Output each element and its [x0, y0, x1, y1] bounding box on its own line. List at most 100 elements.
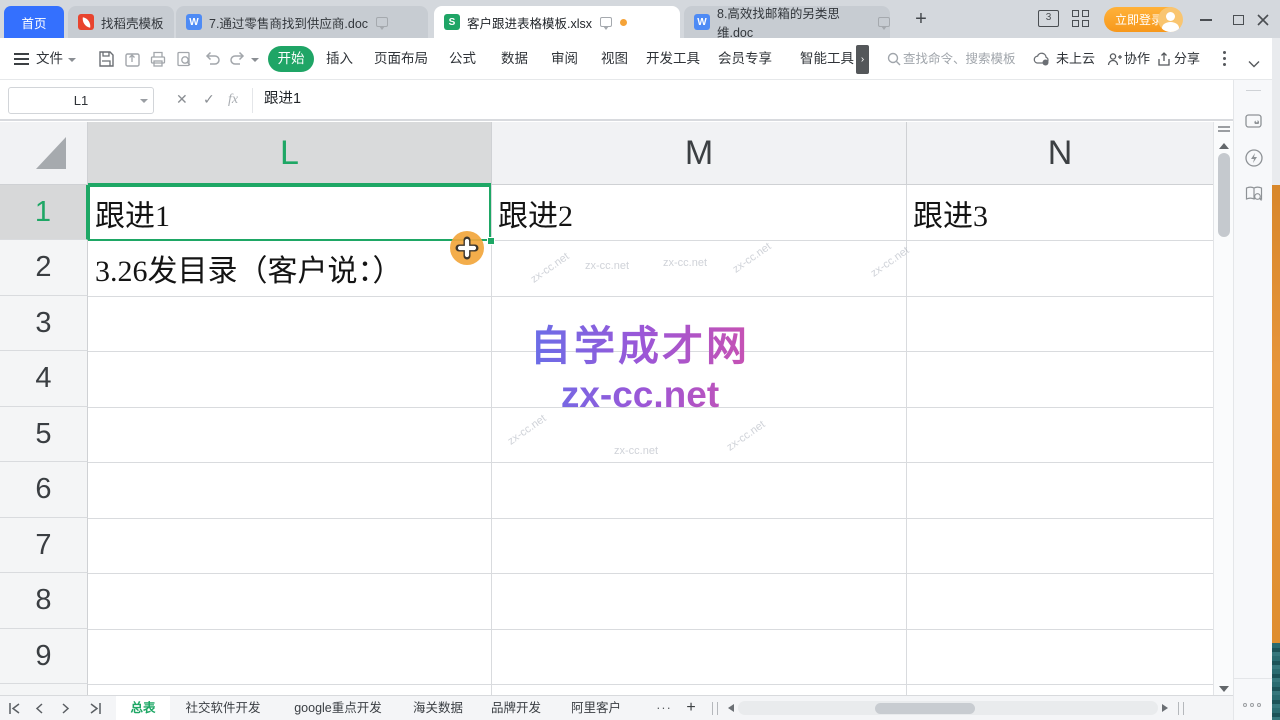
save-icon[interactable]	[96, 49, 116, 74]
sheet-tab-active[interactable]: 总表	[116, 696, 170, 720]
sheet-tab[interactable]: 品牌开发	[488, 696, 544, 720]
row-header-5[interactable]: 5	[0, 407, 88, 462]
row-header-2[interactable]: 2	[0, 240, 88, 296]
ribbon-tab-view[interactable]: 视图	[601, 38, 628, 80]
add-sheet-button[interactable]: +	[680, 696, 702, 720]
cell-N1[interactable]: 跟进3	[913, 185, 988, 240]
close-button[interactable]	[1254, 11, 1272, 29]
cloud-status-label[interactable]: 未上云	[1056, 38, 1095, 80]
share-button[interactable]: 分享	[1174, 38, 1200, 80]
insert-function-icon[interactable]: fx	[228, 80, 238, 119]
tab-docer-templates[interactable]: 找稻壳模板	[68, 6, 174, 38]
watermark: 自学成才网 zx-cc.net	[470, 312, 810, 416]
row-header-7[interactable]: 7	[0, 518, 88, 573]
writer-doc-icon: W	[186, 14, 202, 30]
ribbon-tab-dev-tools[interactable]: 开发工具	[646, 38, 700, 80]
ribbon-tabs-overflow-button[interactable]: ›	[856, 45, 869, 74]
sheet-tab[interactable]: google重点开发	[284, 696, 392, 720]
redo-icon[interactable]	[228, 49, 248, 74]
minimize-button[interactable]	[1197, 11, 1215, 29]
ribbon-tab-data[interactable]: 数据	[501, 38, 528, 80]
next-sheet-icon[interactable]	[61, 702, 71, 720]
vertical-scrollbar[interactable]	[1213, 122, 1233, 695]
window-switch-icon[interactable]: 3	[1038, 10, 1059, 27]
right-side-panel	[1233, 80, 1272, 720]
sheet-tab[interactable]: 社交软件开发	[180, 696, 266, 720]
tab-doc-email[interactable]: W 8.高效找邮箱的另类思维.doc	[684, 6, 890, 38]
skin-center-icon[interactable]	[1244, 111, 1264, 136]
file-menu[interactable]: 文件	[36, 38, 63, 80]
ribbon-tab-page-layout[interactable]: 页面布局	[374, 38, 428, 80]
row-header-3[interactable]: 3	[0, 296, 88, 351]
maximize-button[interactable]	[1229, 11, 1247, 29]
export-icon[interactable]	[122, 49, 142, 74]
ribbon-tab-insert[interactable]: 插入	[326, 38, 353, 80]
cell-M1[interactable]: 跟进2	[498, 185, 573, 240]
hscroll-right-icon[interactable]	[1162, 704, 1168, 712]
scroll-down-icon[interactable]	[1219, 686, 1229, 692]
share-icon	[1156, 51, 1172, 72]
sheet-tab[interactable]: 阿里客户	[568, 696, 624, 720]
row-header-9[interactable]: 9	[0, 629, 88, 684]
tab-doc-retailer[interactable]: W 7.通过零售商找到供应商.doc	[176, 6, 428, 38]
row-header-8[interactable]: 8	[0, 573, 88, 629]
new-tab-button[interactable]: +	[908, 4, 934, 34]
tab-preview-icon	[376, 17, 388, 27]
ribbon-tab-review[interactable]: 审阅	[551, 38, 578, 80]
toolbar-more-caret-icon[interactable]	[251, 58, 259, 62]
sheet-tab[interactable]: 海关数据	[410, 696, 466, 720]
app-center-icon[interactable]	[1072, 10, 1089, 27]
edge-strip-gray	[1272, 38, 1280, 185]
name-box-caret-icon[interactable]	[140, 99, 148, 103]
confirm-entry-icon[interactable]: ✓	[203, 80, 215, 119]
cancel-entry-icon[interactable]: ✕	[176, 80, 188, 119]
ribbon-tab-formulas[interactable]: 公式	[449, 38, 476, 80]
panel-more-icon[interactable]	[1243, 703, 1261, 707]
gridline	[491, 185, 492, 695]
ribbon-tab-home[interactable]: 开始	[268, 46, 314, 72]
print-preview-icon[interactable]	[174, 49, 194, 74]
fill-handle[interactable]	[487, 237, 495, 245]
row-header-4[interactable]: 4	[0, 351, 88, 407]
tab-home[interactable]: 首页	[4, 6, 64, 38]
cell-L2[interactable]: 3.26发目录（客户说：）	[95, 240, 403, 296]
split-handle-icon[interactable]	[1218, 130, 1230, 132]
split-handle-icon[interactable]	[1218, 126, 1230, 128]
collapse-ribbon-icon[interactable]	[1248, 55, 1260, 73]
ribbon-tab-member[interactable]: 会员专享	[718, 38, 772, 80]
tab-active-spreadsheet[interactable]: S 客户跟进表格模板.xlsx	[434, 6, 680, 38]
scroll-thumb[interactable]	[1218, 153, 1230, 237]
hscroll-thumb[interactable]	[875, 703, 975, 714]
row-header-1[interactable]: 1	[0, 185, 88, 240]
smart-assistant-icon[interactable]	[1244, 148, 1264, 173]
column-header-M[interactable]: M	[491, 122, 906, 185]
ribbon-tab-smart-tools[interactable]: 智能工具	[800, 38, 854, 80]
formula-content[interactable]: 跟进1	[264, 80, 301, 119]
column-header-L[interactable]: L	[88, 122, 491, 185]
horizontal-scrollbar[interactable]	[738, 701, 1158, 715]
more-options-icon[interactable]	[1223, 51, 1226, 69]
sheet-list-icon[interactable]: ···	[650, 696, 678, 720]
gridline	[88, 629, 1213, 630]
search-icon[interactable]	[886, 51, 902, 72]
last-sheet-icon[interactable]	[88, 702, 102, 720]
watermark-tile: zx-cc.net	[585, 260, 629, 272]
hscroll-left-icon[interactable]	[728, 704, 734, 712]
sheetbar-splitter[interactable]	[1178, 702, 1184, 715]
select-all-corner[interactable]	[0, 122, 88, 185]
undo-icon[interactable]	[202, 49, 222, 74]
login-button[interactable]: 立即登录	[1104, 7, 1182, 32]
print-icon[interactable]	[148, 49, 168, 74]
first-sheet-icon[interactable]	[8, 702, 22, 720]
scroll-up-icon[interactable]	[1219, 143, 1229, 149]
sheetbar-splitter[interactable]	[712, 702, 718, 715]
column-header-N[interactable]: N	[906, 122, 1213, 185]
name-box[interactable]: L1	[8, 87, 154, 114]
prev-sheet-icon[interactable]	[34, 702, 44, 720]
gridline	[88, 518, 1213, 519]
search-input[interactable]: 查找命令、搜索模板	[903, 38, 1016, 80]
row-header-partial[interactable]	[0, 684, 88, 695]
row-header-6[interactable]: 6	[0, 462, 88, 518]
collaborate-button[interactable]: 协作	[1124, 38, 1150, 80]
dictionary-icon[interactable]	[1244, 184, 1264, 209]
